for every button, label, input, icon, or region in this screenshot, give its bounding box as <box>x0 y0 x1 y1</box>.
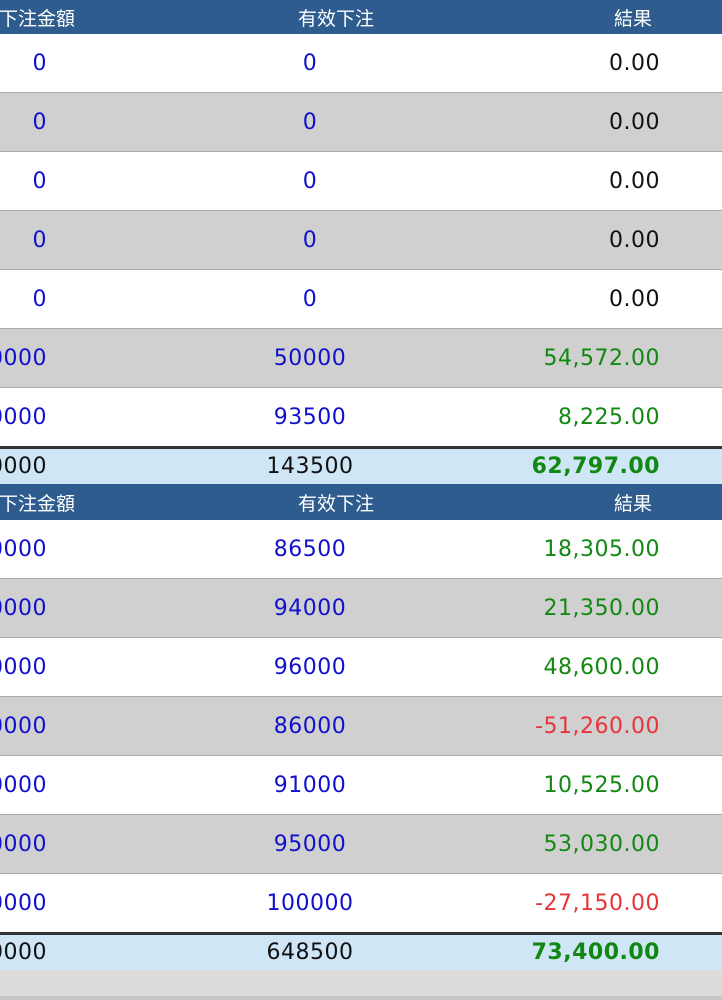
valid-bet-link[interactable]: 50000 <box>0 346 620 371</box>
table-row: 0000 100000 -27,150.00 <box>0 874 722 932</box>
total-valid-bet: 648500 <box>266 940 354 965</box>
table-row: 0000 93500 8,225.00 <box>0 388 722 446</box>
result-value: 0.00 <box>609 168 660 194</box>
valid-bet-link[interactable]: 0 <box>0 51 620 76</box>
table-row: 0000 86000 -51,260.00 <box>0 697 722 756</box>
valid-bet-link[interactable]: 0 <box>0 110 620 135</box>
total-result: 73,400.00 <box>531 940 660 965</box>
table-row: 0000 94000 21,350.00 <box>0 579 722 638</box>
result-value: 0.00 <box>609 50 660 76</box>
footer-strip <box>0 970 722 996</box>
result-value: 54,572.00 <box>543 345 660 371</box>
table-row: 0000 95000 53,030.00 <box>0 815 722 874</box>
report-page: 下注金額 有效下注 結果 0 0 0.00 0 0 0.00 0 0 0.00 … <box>0 0 722 1000</box>
valid-bet-link[interactable]: 94000 <box>0 596 620 621</box>
table-row: 0 0 0.00 <box>0 270 722 329</box>
valid-bet-link[interactable]: 0 <box>0 287 620 312</box>
valid-bet-link[interactable]: 91000 <box>0 773 620 798</box>
table-row: 0 0 0.00 <box>0 152 722 211</box>
result-value: 0.00 <box>609 109 660 135</box>
result-value: 10,525.00 <box>543 772 660 798</box>
result-value: 8,225.00 <box>558 404 660 430</box>
total-result: 62,797.00 <box>531 454 660 479</box>
result-value: 48,600.00 <box>543 654 660 680</box>
table-row: 0 0 0.00 <box>0 93 722 152</box>
result-value: 0.00 <box>609 286 660 312</box>
valid-bet-link[interactable]: 0 <box>0 228 620 253</box>
result-value: 18,305.00 <box>543 536 660 562</box>
total-valid-bet: 143500 <box>266 454 354 479</box>
valid-bet-link[interactable]: 95000 <box>0 832 620 857</box>
valid-bet-link[interactable]: 0 <box>0 169 620 194</box>
table2-header: 下注金額 有效下注 結果 <box>0 484 722 520</box>
header-result: 結果 <box>613 7 652 30</box>
header-result: 結果 <box>613 492 652 515</box>
table-row: 0 0 0.00 <box>0 211 722 270</box>
result-value: 21,350.00 <box>543 595 660 621</box>
valid-bet-link[interactable]: 86000 <box>0 714 620 739</box>
table-row: 0000 96000 48,600.00 <box>0 638 722 697</box>
table2-total-row: 0000 648500 73,400.00 <box>0 932 722 970</box>
valid-bet-link[interactable]: 100000 <box>0 891 620 916</box>
table-row: 0000 86500 18,305.00 <box>0 520 722 579</box>
result-value: 53,030.00 <box>543 831 660 857</box>
valid-bet-link[interactable]: 86500 <box>0 537 620 562</box>
table-row: 0000 50000 54,572.00 <box>0 329 722 388</box>
header-valid-bet: 有效下注 <box>297 492 374 515</box>
table1-header: 下注金額 有效下注 結果 <box>0 0 722 34</box>
result-value: 0.00 <box>609 227 660 253</box>
table1-total-row: 0000 143500 62,797.00 <box>0 446 722 484</box>
footer-edge <box>0 996 722 1000</box>
result-value: -51,260.00 <box>535 713 660 739</box>
header-valid-bet: 有效下注 <box>297 7 374 30</box>
table-row: 0 0 0.00 <box>0 34 722 93</box>
valid-bet-link[interactable]: 93500 <box>0 405 620 430</box>
valid-bet-link[interactable]: 96000 <box>0 655 620 680</box>
table-row: 0000 91000 10,525.00 <box>0 756 722 815</box>
result-value: -27,150.00 <box>535 890 660 916</box>
